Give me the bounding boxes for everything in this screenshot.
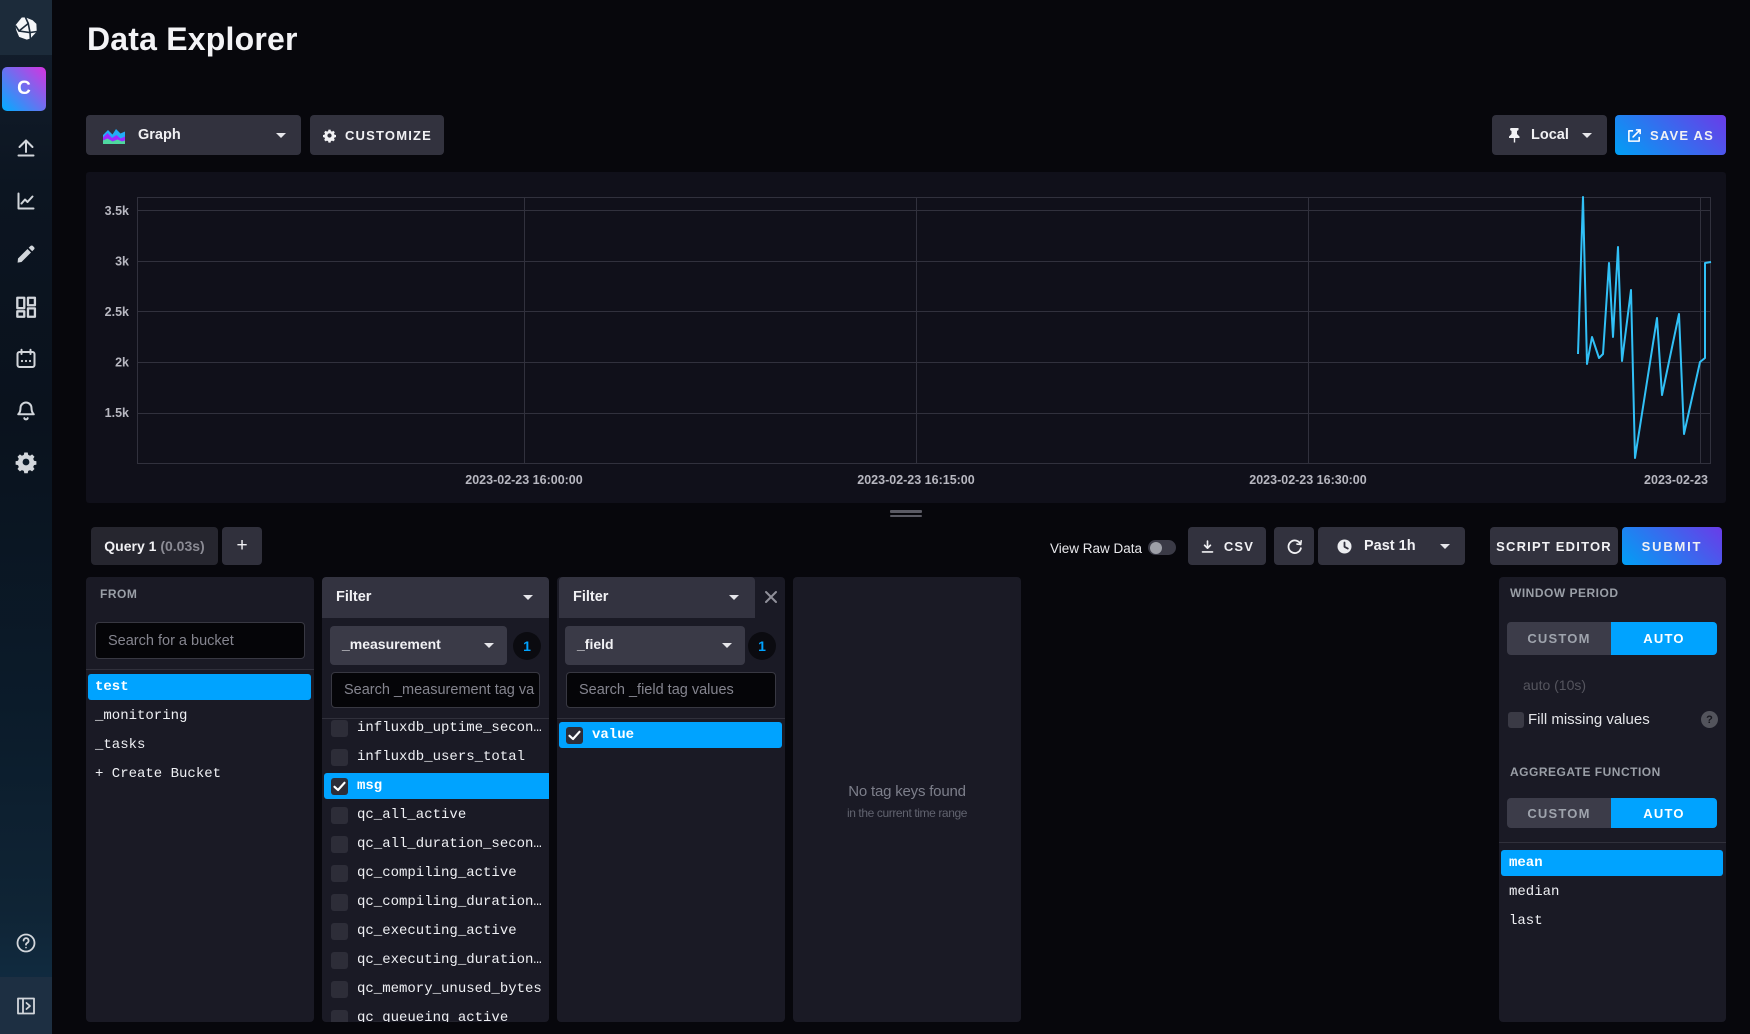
svg-text:2023-02-23 16:15:00: 2023-02-23 16:15:00 bbox=[857, 473, 974, 487]
svg-text:2.5k: 2.5k bbox=[105, 305, 129, 319]
svg-text:3.5k: 3.5k bbox=[105, 204, 129, 218]
svg-text:2023-02-23: 2023-02-23 bbox=[1644, 473, 1708, 487]
svg-text:3k: 3k bbox=[115, 255, 129, 269]
svg-text:2k: 2k bbox=[115, 356, 129, 370]
svg-text:2023-02-23 16:00:00: 2023-02-23 16:00:00 bbox=[465, 473, 582, 487]
svg-text:1.5k: 1.5k bbox=[105, 406, 129, 420]
svg-text:2023-02-23 16:30:00: 2023-02-23 16:30:00 bbox=[1249, 473, 1366, 487]
